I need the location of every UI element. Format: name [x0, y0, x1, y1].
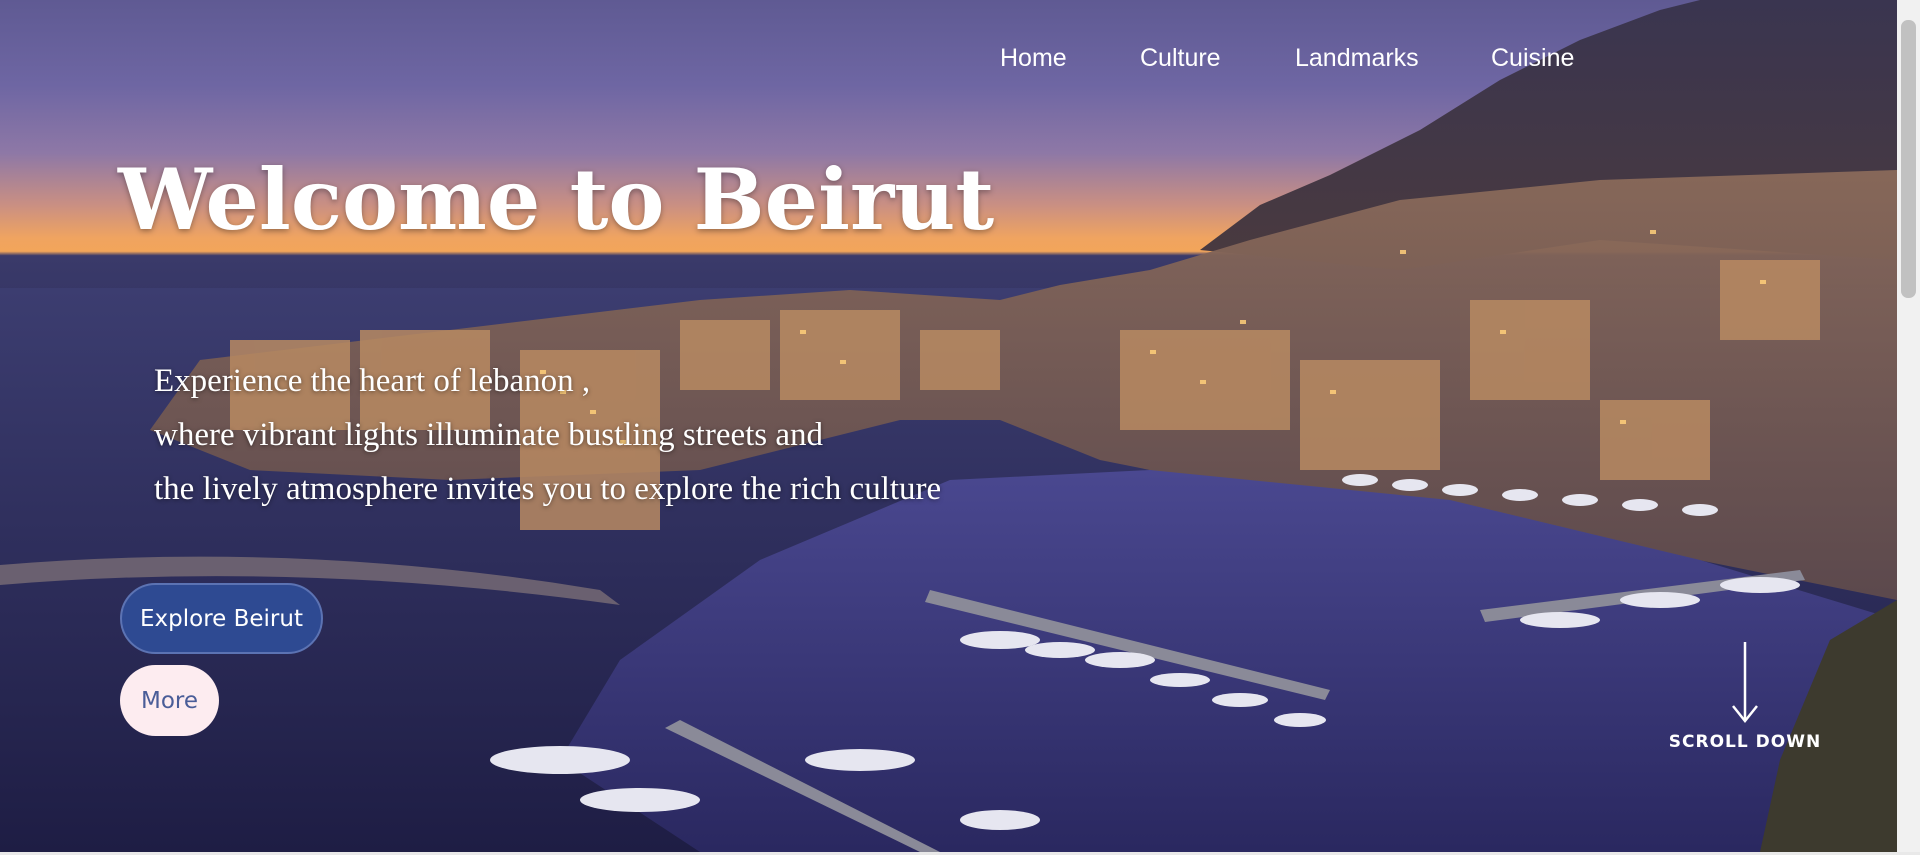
main-nav: Home Culture Landmarks Cuisine [0, 44, 1897, 78]
page-scrollbar[interactable] [1897, 0, 1920, 852]
nav-link-culture[interactable]: Culture [1140, 44, 1221, 73]
nav-link-landmarks[interactable]: Landmarks [1295, 44, 1419, 73]
hero-description: Experience the heart of lebanon , where … [154, 354, 941, 516]
scrollbar-thumb[interactable] [1901, 20, 1916, 298]
nav-link-cuisine[interactable]: Cuisine [1491, 44, 1574, 73]
hero-description-line-3: the lively atmosphere invites you to exp… [154, 471, 942, 507]
hero-description-line-2: where vibrant lights illuminate bustling… [154, 417, 824, 453]
hero-section: Home Culture Landmarks Cuisine Welcome t… [0, 0, 1897, 852]
more-button[interactable]: More [120, 665, 219, 736]
nav-link-home[interactable]: Home [1000, 44, 1067, 73]
scroll-down-indicator[interactable]: SCROLL DOWN [1655, 640, 1835, 752]
explore-beirut-button[interactable]: Explore Beirut [120, 583, 323, 654]
scroll-down-label: SCROLL DOWN [1668, 732, 1822, 752]
hero-description-line-1: Experience the heart of lebanon , [154, 363, 591, 399]
hero-title: Welcome to Beirut [118, 150, 995, 249]
arrow-down-icon [1732, 642, 1758, 724]
